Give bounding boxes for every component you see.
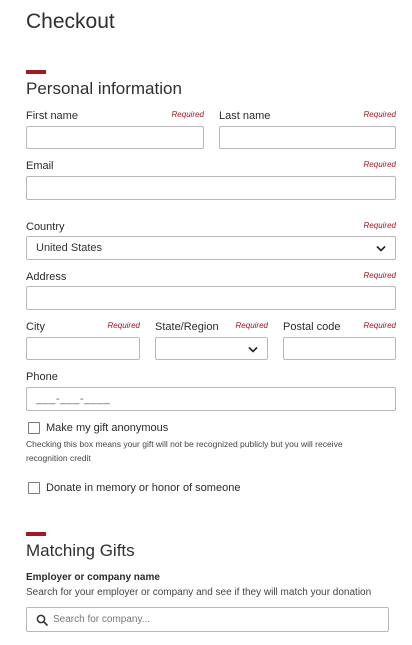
postal-code-input[interactable] bbox=[283, 337, 396, 360]
city-label: City bbox=[26, 321, 45, 333]
country-select[interactable]: United States bbox=[26, 236, 396, 260]
company-search-box[interactable] bbox=[26, 607, 389, 632]
first-name-input[interactable] bbox=[26, 126, 204, 149]
phone-label: Phone bbox=[26, 371, 58, 383]
country-label: Country bbox=[26, 221, 65, 233]
search-icon bbox=[36, 614, 48, 626]
email-label: Email bbox=[26, 160, 54, 172]
anonymous-label: Make my gift anonymous bbox=[46, 422, 169, 434]
memory-honor-checkbox[interactable] bbox=[28, 482, 40, 494]
state-label: State/Region bbox=[155, 321, 219, 333]
last-name-required: Required bbox=[363, 110, 396, 119]
section-title-personal: Personal information bbox=[26, 79, 182, 98]
city-required: Required bbox=[107, 321, 140, 330]
country-required: Required bbox=[363, 221, 396, 230]
address-required: Required bbox=[363, 271, 396, 280]
postal-code-label: Postal code bbox=[283, 321, 341, 333]
page-title: Checkout bbox=[26, 10, 115, 33]
postal-code-required: Required bbox=[363, 321, 396, 330]
email-required: Required bbox=[363, 160, 396, 169]
email-input[interactable] bbox=[26, 176, 396, 200]
last-name-input[interactable] bbox=[219, 126, 396, 149]
anonymous-help-text: Checking this box means your gift will n… bbox=[26, 439, 343, 463]
country-selected-value: United States bbox=[36, 242, 103, 254]
anonymous-checkbox[interactable] bbox=[28, 422, 40, 434]
section-title-matching: Matching Gifts bbox=[26, 541, 135, 560]
employer-help-text: Search for your employer or company and … bbox=[26, 587, 372, 598]
first-name-required: Required bbox=[171, 110, 204, 119]
phone-mask: ___-___-____ bbox=[36, 393, 111, 405]
state-required: Required bbox=[235, 321, 268, 330]
section-accent-bar bbox=[26, 532, 46, 536]
section-accent-bar bbox=[26, 70, 46, 74]
state-select[interactable] bbox=[155, 337, 268, 360]
chevron-down-icon bbox=[248, 346, 258, 353]
first-name-label: First name bbox=[26, 110, 78, 122]
company-search-input[interactable] bbox=[53, 608, 382, 631]
phone-input[interactable]: ___-___-____ bbox=[26, 387, 396, 411]
last-name-label: Last name bbox=[219, 110, 271, 122]
chevron-down-icon bbox=[376, 245, 386, 252]
address-input[interactable] bbox=[26, 286, 396, 310]
employer-label: Employer or company name bbox=[26, 572, 160, 583]
address-label: Address bbox=[26, 271, 67, 283]
city-input[interactable] bbox=[26, 337, 140, 360]
memory-honor-label: Donate in memory or honor of someone bbox=[46, 482, 241, 494]
